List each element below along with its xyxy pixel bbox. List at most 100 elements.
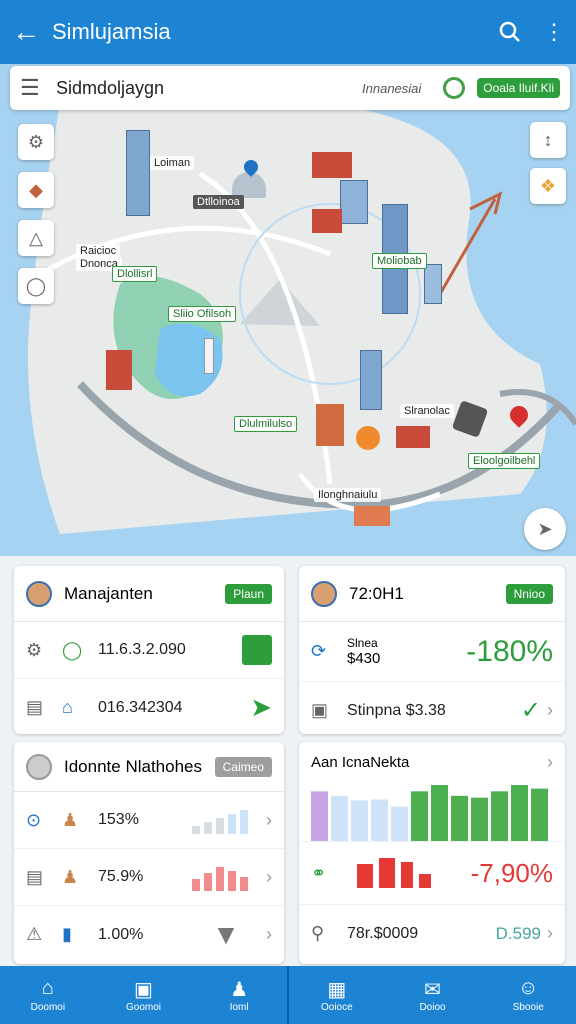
home-icon: ⌂	[41, 977, 54, 999]
people-icon: ♟	[230, 979, 249, 1001]
tower-building	[126, 130, 150, 216]
map-label[interactable]: Dtlloinoa	[193, 195, 244, 209]
map-label[interactable]: Eloolgoilbehl	[468, 453, 541, 469]
avatar	[26, 753, 52, 780]
bar-chart	[311, 785, 548, 841]
chevron-right-icon[interactable]: ›	[266, 924, 272, 945]
mail-icon: ✉	[424, 979, 441, 1001]
map-label[interactable]: Ilonghnaiulu	[314, 488, 382, 502]
shape-icon[interactable]: △	[18, 220, 54, 256]
tower-building	[360, 350, 382, 410]
gear-icon: ⚙	[26, 639, 43, 660]
status-badge[interactable]: Plaun	[225, 583, 272, 604]
status-badge[interactable]: Caimeo	[214, 756, 272, 777]
building-icon: ▣	[134, 979, 153, 1001]
chart-bar	[531, 788, 548, 841]
nav-item-people[interactable]: ♟ Ioml	[191, 966, 287, 1024]
search-query[interactable]: Sidmdoljaygn	[56, 78, 362, 99]
map-label[interactable]: Loiman	[150, 156, 195, 170]
nav-label: Ioml	[229, 1002, 249, 1013]
analytics-card[interactable]: Aan IcnaNekta › ⚭ -7,90% ⚲ 78r.$0009 D.5…	[299, 742, 565, 964]
map-label[interactable]: Dlulmilulso	[234, 416, 298, 432]
nav-item-home[interactable]: ⌂ Doomoi	[0, 966, 96, 1024]
person-icon: ♟	[62, 866, 79, 887]
management-card[interactable]: Manajanten Plaun ⚙ ◯ 11.6.3.2.090 ▤ ⌂ 01…	[14, 566, 284, 734]
bottom-navigation: ⌂ Doomoi ▣ Goomoi ♟ Ioml ▦ Ooioce ✉ Doioo ☺ Sb…	[0, 966, 576, 1024]
map-label[interactable]: Slranolac	[400, 404, 454, 418]
stat-percent: -180%	[466, 634, 553, 668]
lighthouse	[204, 338, 214, 374]
status-badge[interactable]: Nnioo	[505, 583, 553, 604]
chevron-right-icon[interactable]: ›	[266, 867, 272, 888]
card-title: 72:0H1	[349, 583, 404, 603]
chevron-right-icon[interactable]: ›	[266, 810, 272, 831]
chart-bar	[511, 785, 528, 841]
more-vert-icon[interactable]: ⋮	[532, 19, 576, 45]
stat-value: $430	[347, 650, 381, 667]
location-text: Innanesiai	[362, 80, 422, 96]
app-title: Simlujamsia	[52, 19, 171, 44]
chart-icon: ▦	[327, 979, 347, 1001]
nav-label: Doioo	[419, 1002, 446, 1013]
chart-bar	[491, 791, 508, 841]
chart-bar	[351, 800, 368, 841]
poi-marker-icon[interactable]	[356, 426, 380, 450]
chevron-right-icon[interactable]: ›	[547, 752, 553, 773]
map-label[interactable]: Moliobab	[372, 253, 427, 269]
location-target-icon[interactable]: ❖	[530, 168, 566, 204]
nav-label: Doomoi	[30, 1002, 66, 1013]
house-building	[312, 209, 342, 233]
card-title: Aan IcnaNekta	[311, 754, 410, 771]
location-status-icon[interactable]	[443, 77, 466, 99]
nav-item-mail[interactable]: ✉ Doioo	[385, 966, 481, 1024]
recenter-icon[interactable]: ➤	[524, 508, 566, 550]
card-title: Manajanten	[64, 583, 153, 603]
mini-bars	[192, 867, 248, 891]
search-card[interactable]: ☰ Sidmdoljaygn Innanesiai Ooala Iluif.Kl…	[10, 66, 570, 110]
row-value: Stinpna $3.38	[347, 701, 446, 719]
chevron-right-icon[interactable]: ›	[547, 923, 553, 944]
home-icon: ⌂	[62, 697, 73, 717]
mini-bars	[192, 810, 248, 834]
nav-label: Ooioce	[321, 1002, 353, 1013]
chart-bar	[451, 795, 468, 841]
search-badge[interactable]: Ooala Iluif.Kli	[477, 78, 560, 98]
warning-icon: ⚠	[26, 924, 43, 944]
send-icon[interactable]: ➤	[250, 692, 272, 723]
compass-needle-icon[interactable]: ↕	[530, 122, 566, 158]
nav-label: Sbooie	[512, 1002, 544, 1013]
house-building	[106, 350, 132, 390]
row-value: 11.6.3.2.090	[98, 641, 186, 658]
map-label[interactable]: Dlollisrl	[112, 266, 158, 282]
remote-card[interactable]: Idonnte Nlathohes Caimeo ⊙ ♟ 153% › ▤ ♟ …	[14, 742, 284, 964]
cylinder-icon: ▮	[62, 924, 72, 944]
nav-item-building[interactable]: ▣ Goomoi	[96, 966, 192, 1024]
avatar	[311, 580, 337, 607]
cycle-icon: ⟳	[311, 641, 327, 661]
city-map[interactable]: Loiman Dtlloinoa Raicioc Dnonca Dlollisr…	[0, 64, 576, 556]
house-building	[312, 152, 352, 178]
row-value: 78r.$0009	[347, 924, 419, 942]
settings-gear-icon[interactable]: ⚙	[18, 124, 54, 160]
house-building	[354, 506, 390, 526]
document-green-icon[interactable]	[242, 635, 272, 665]
list-icon: ▤	[26, 866, 44, 887]
nav-label: Goomoi	[126, 1002, 162, 1013]
row-value: 153%	[98, 811, 139, 828]
card-title: Idonnte Nlathohes	[64, 756, 202, 776]
map-label[interactable]: Sliio Ofilsoh	[168, 306, 237, 322]
hamburger-menu-icon[interactable]: ☰	[20, 75, 56, 101]
house-building	[396, 426, 430, 448]
row-value: 75.9%	[98, 868, 144, 885]
search-icon[interactable]	[488, 21, 532, 43]
row-value: 016.342304	[98, 698, 183, 716]
chevron-right-icon[interactable]: ›	[547, 700, 553, 721]
nav-item-profile[interactable]: ☺ Sbooie	[480, 966, 576, 1024]
stats-card[interactable]: 72:0H1 Nnioo ⟳ Slnea $430 -180% ▣ Stinpn…	[299, 566, 565, 734]
nav-item-chart[interactable]: ▦ Ooioce	[289, 966, 385, 1024]
layers-icon[interactable]: ◆	[18, 172, 54, 208]
person-icon: ☺	[517, 977, 539, 999]
back-arrow-icon[interactable]: ←	[0, 16, 52, 48]
shield-icon[interactable]: ◯	[18, 268, 54, 304]
map-label[interactable]: Raicioc	[76, 244, 121, 258]
